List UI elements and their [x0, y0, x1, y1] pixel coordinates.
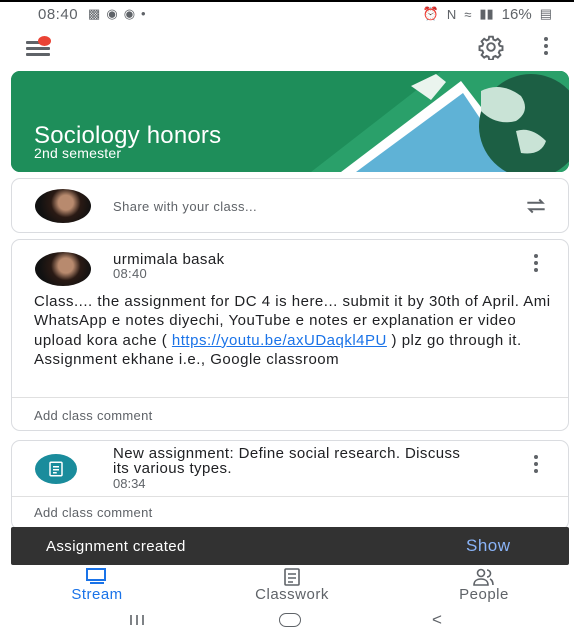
battery-level: 16% [501, 5, 532, 23]
messenger-icon: ◉ [106, 6, 118, 21]
share-placeholder: Share with your class... [113, 199, 257, 214]
facebook-icon: ◉ [123, 6, 136, 21]
snackbar-show-button[interactable]: Show [466, 536, 511, 556]
people-icon [473, 568, 494, 586]
more-vert-icon[interactable] [543, 37, 549, 59]
assignment-time: 08:34 [113, 476, 146, 491]
alarm-icon: ⏰ [422, 6, 439, 21]
tab-stream-label: Stream [71, 586, 123, 603]
divider [12, 397, 568, 398]
post-time: 08:40 [113, 266, 148, 281]
share-with-class-card[interactable]: Share with your class... [11, 178, 569, 233]
nfc-icon: N [446, 6, 457, 22]
battery-icon: ▤ [539, 6, 552, 21]
tab-people[interactable]: People [444, 568, 524, 603]
system-icons: ⏰ N ≈ ▮▮ 16% ▤ [423, 6, 552, 23]
assignment-icon [35, 454, 77, 484]
add-class-comment[interactable]: Add class comment [34, 408, 153, 423]
snackbar-message: Assignment created [46, 538, 186, 555]
class-subtitle: 2nd semester [34, 145, 122, 161]
notification-icons: ▩ ◉ ◉ • [88, 6, 146, 22]
system-navigation: < [0, 608, 574, 630]
class-banner[interactable]: Sociology honors 2nd semester [11, 71, 569, 172]
top-border [0, 0, 574, 2]
post-body: Class.... the assignment for DC 4 is her… [34, 292, 554, 370]
stream-icon [86, 568, 106, 584]
dot-icon: • [141, 6, 146, 21]
post-link[interactable]: https://youtu.be/axUDaqkl4PU [172, 332, 387, 349]
avatar [35, 189, 91, 223]
classwork-icon [284, 568, 300, 586]
status-time: 08:40 [38, 5, 79, 23]
more-vert-icon[interactable] [532, 455, 540, 475]
back-icon[interactable]: < [432, 610, 442, 630]
notification-dot [38, 36, 51, 46]
tab-stream[interactable]: Stream [56, 568, 138, 603]
wifi-icon: ≈ [464, 6, 472, 22]
announcement-post: urmimala basak 08:40 Class.... the assig… [11, 239, 569, 431]
add-class-comment[interactable]: Add class comment [34, 505, 153, 520]
assignment-post[interactable]: New assignment: Define social research. … [11, 440, 569, 530]
divider [12, 496, 568, 497]
assignment-title: New assignment: Define social research. … [113, 445, 461, 477]
menu-icon[interactable] [26, 36, 54, 58]
repost-icon[interactable] [522, 193, 550, 219]
home-icon[interactable] [279, 613, 301, 627]
signal-icon: ▮▮ [479, 6, 494, 21]
tab-classwork-label: Classwork [255, 586, 329, 603]
status-bar: 08:40 ▩ ◉ ◉ • ⏰ N ≈ ▮▮ 16% ▤ [0, 0, 574, 28]
tab-people-label: People [459, 586, 509, 603]
avatar [35, 252, 91, 286]
bottom-navigation: Stream Classwork People [0, 565, 574, 608]
gallery-icon: ▩ [88, 6, 101, 21]
more-vert-icon[interactable] [532, 254, 540, 274]
settings-gear-icon[interactable] [478, 34, 504, 60]
app-bar [0, 28, 574, 68]
snackbar: Assignment created Show [11, 527, 569, 565]
tab-classwork[interactable]: Classwork [234, 568, 350, 603]
recent-apps-icon[interactable] [128, 614, 146, 626]
